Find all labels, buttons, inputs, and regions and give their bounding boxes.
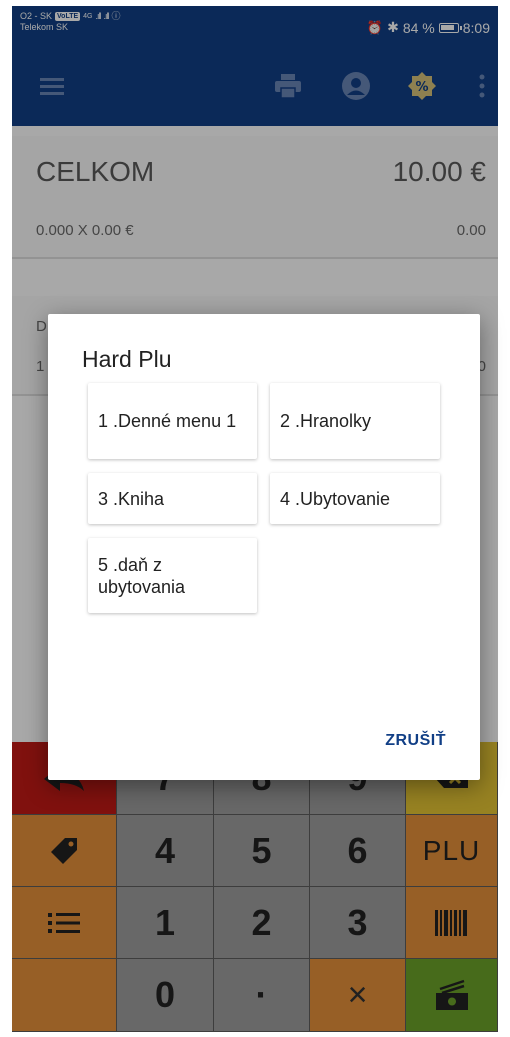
plu-item-ubytovanie[interactable]: 4 .Ubytovanie — [270, 473, 440, 524]
plu-item-denne-menu[interactable]: 1 .Denné menu 1 — [88, 383, 257, 459]
plu-item-dan-z-ubytovania[interactable]: 5 .daň z ubytovania — [88, 538, 257, 613]
dialog-title: Hard Plu — [82, 346, 172, 372]
hard-plu-dialog: Hard Plu 1 .Denné menu 1 2 .Hranolky 3 .… — [48, 314, 480, 780]
cancel-button[interactable]: ZRUŠIŤ — [385, 732, 446, 750]
plu-item-hranolky[interactable]: 2 .Hranolky — [270, 383, 440, 459]
plu-item-kniha[interactable]: 3 .Kniha — [88, 473, 257, 524]
